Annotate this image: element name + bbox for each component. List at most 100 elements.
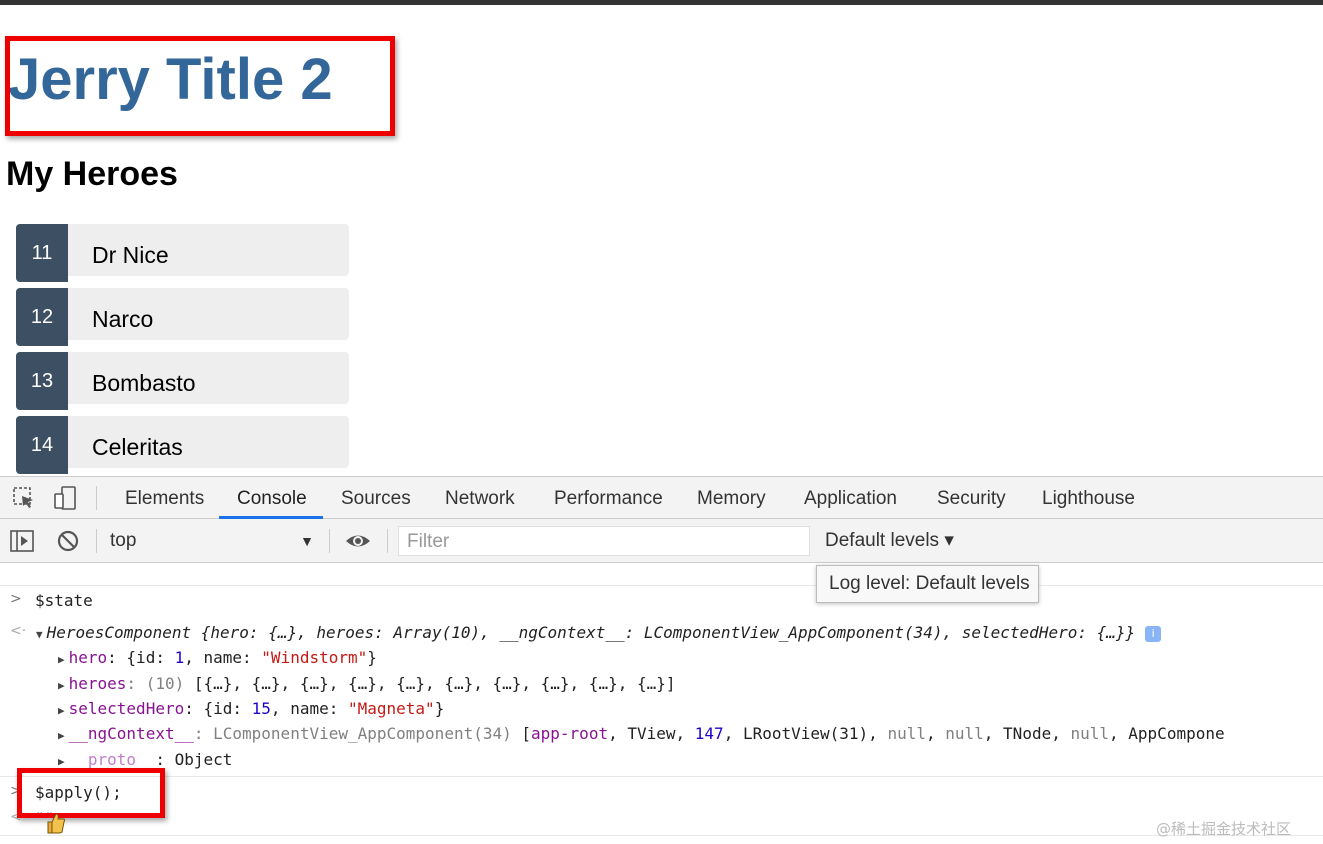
filter-placeholder: Filter [407, 531, 450, 552]
property-string: "Windstorm" [261, 648, 368, 667]
watermark: @稀土掘金技术社区 [1156, 820, 1292, 838]
result-summary: {hero: {…}, heroes: Array(10), __ngConte… [191, 623, 1136, 642]
hero-id-badge: 13 [16, 352, 68, 410]
console-divider [0, 835, 1323, 836]
property-text: } [367, 648, 377, 667]
property-count: : (10) [126, 674, 194, 693]
property-type: : LComponentView_AppComponent(34) [193, 724, 522, 743]
console-divider [0, 585, 1323, 586]
tab-memory[interactable]: Memory [679, 477, 784, 519]
hero-id-badge: 11 [16, 224, 68, 282]
property-text: [{…}, {…}, {…}, {…}, {…}, {…}, {…}, {…},… [193, 674, 676, 693]
sidebar-toggle-icon[interactable] [10, 529, 34, 553]
console-input-line: > $state [0, 591, 1323, 615]
tab-security[interactable]: Security [919, 477, 1024, 519]
property-key: hero [68, 648, 108, 667]
property-null: null [945, 724, 984, 743]
object-property-row[interactable]: ▶ heroes: (10) [{…}, {…}, {…}, {…}, {…}, … [0, 674, 1323, 698]
object-property-row[interactable]: ▶ __proto__: Object [0, 750, 1323, 774]
devtools-panel: Elements Console Sources Network Perform… [0, 476, 1323, 844]
context-value: top [110, 530, 137, 551]
filter-input[interactable]: Filter [398, 526, 810, 556]
tab-console[interactable]: Console [219, 477, 323, 519]
hero-item[interactable]: 14 Celeritas [16, 416, 349, 474]
hero-name: Bombasto [92, 370, 196, 396]
property-text: : Object [155, 750, 233, 769]
property-text: , LRootView(31), [723, 724, 888, 743]
thumbs-up-icon [46, 812, 66, 834]
toolbar-divider [96, 529, 97, 553]
hero-list: 11 Dr Nice 12 Narco 13 Bombasto 14 Celer… [16, 224, 349, 476]
property-text: : {id: [107, 648, 175, 667]
chevron-down-icon: ▼ [300, 533, 314, 549]
property-node: app-root [531, 724, 609, 743]
hero-item[interactable]: 13 Bombasto [16, 352, 349, 410]
toolbar-divider [387, 529, 388, 553]
property-text: , TNode, [983, 724, 1071, 743]
result-class: HeroesComponent [46, 623, 192, 642]
expand-triangle-icon[interactable]: ▼ [36, 628, 43, 641]
hero-name: Celeritas [92, 434, 183, 460]
clear-console-icon[interactable] [56, 529, 80, 553]
property-key: __ngContext__ [68, 724, 194, 743]
hero-id-badge: 14 [16, 416, 68, 474]
property-null: null [1070, 724, 1110, 743]
hero-id-badge: 12 [16, 288, 68, 346]
property-number: 147 [694, 724, 724, 743]
hero-item[interactable]: 12 Narco [16, 288, 349, 346]
property-text: , TView, [608, 724, 695, 743]
property-key: __proto__ [68, 750, 156, 769]
inspect-element-icon[interactable] [12, 486, 36, 510]
tab-sources[interactable]: Sources [323, 477, 429, 519]
log-levels-dropdown[interactable]: Default levels ▾ [825, 527, 954, 555]
tab-application[interactable]: Application [786, 477, 915, 519]
hero-item[interactable]: 11 Dr Nice [16, 224, 349, 282]
property-key: selectedHero [68, 699, 185, 718]
info-icon[interactable]: i [1145, 625, 1162, 642]
property-text: , AppCompone [1109, 724, 1225, 743]
expand-triangle-icon[interactable]: ▶ [58, 704, 65, 717]
property-number: 1 [174, 648, 185, 667]
devtools-tab-bar: Elements Console Sources Network Perform… [0, 477, 1323, 519]
object-property-row[interactable]: ▶ __ngContext__: LComponentView_AppCompon… [0, 724, 1323, 748]
property-key: heroes [68, 674, 127, 693]
console-divider [0, 776, 1323, 777]
property-text: , [925, 724, 946, 743]
prompt-chevron-icon: > [10, 591, 22, 607]
expand-triangle-icon[interactable]: ▶ [58, 755, 65, 768]
console-output: > $state <· ▼ HeroesComponent {hero: {…},… [0, 585, 1323, 844]
property-number: 15 [251, 699, 271, 718]
hero-name: Dr Nice [92, 242, 169, 268]
context-select[interactable]: top ▼ [100, 527, 320, 555]
expand-triangle-icon[interactable]: ▶ [58, 679, 65, 692]
result-arrow-icon: <· [10, 623, 27, 639]
toolbar-divider [96, 486, 97, 510]
property-text: , name: [270, 699, 348, 718]
object-property-row[interactable]: ▶ selectedHero: {id: 15, name: "Magneta"} [0, 699, 1323, 723]
console-command: $state [35, 591, 93, 610]
device-toolbar-icon[interactable] [53, 486, 77, 510]
log-level-tooltip: Log level: Default levels [816, 565, 1039, 603]
page-viewport: 11 Dr Nice 12 Narco 13 Bombasto 14 Celer… [0, 0, 1323, 476]
object-property-row[interactable]: ▶ hero: {id: 1, name: "Windstorm"} [0, 648, 1323, 672]
toolbar-divider [329, 529, 330, 553]
property-string: "Magneta" [347, 699, 435, 718]
property-null: null [887, 724, 926, 743]
live-expression-eye-icon[interactable] [344, 529, 372, 553]
console-toolbar: top ▼ Filter Default levels ▾ [0, 519, 1323, 563]
tab-network[interactable]: Network [427, 477, 533, 519]
hero-name: Narco [92, 306, 154, 332]
apply-highlight-box [17, 768, 165, 818]
expand-triangle-icon[interactable]: ▶ [58, 729, 65, 742]
tab-elements[interactable]: Elements [107, 477, 222, 519]
console-result-line[interactable]: <· ▼ HeroesComponent {hero: {…}, heroes: … [0, 623, 1323, 647]
property-text: : {id: [184, 699, 252, 718]
expand-triangle-icon[interactable]: ▶ [58, 653, 65, 666]
console-result-line: <· "" [0, 809, 1323, 833]
tab-lighthouse[interactable]: Lighthouse [1024, 477, 1153, 519]
property-text: [ [521, 724, 532, 743]
property-text: } [434, 699, 445, 718]
property-text: , name: [184, 648, 262, 667]
tab-performance[interactable]: Performance [536, 477, 681, 519]
console-input-line: > $apply(); [0, 783, 1323, 807]
